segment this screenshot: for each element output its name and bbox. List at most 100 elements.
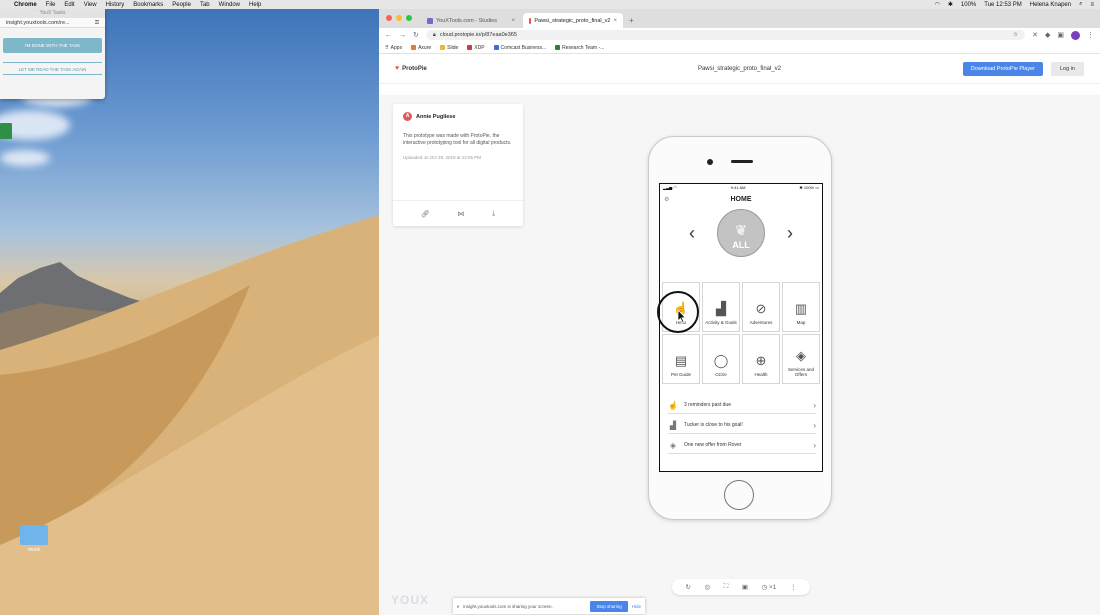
login-button[interactable]: Log in	[1051, 61, 1084, 76]
menu-edit[interactable]: Edit	[64, 2, 74, 8]
all-pets-avatar[interactable]: ❦ ALL	[717, 209, 765, 257]
author-name: Annie Pugliese	[416, 113, 456, 120]
prototype-info-card: A Annie Pugliese This prototype was made…	[393, 104, 523, 226]
spreadsheet-desktop-icon[interactable]	[0, 123, 12, 139]
tile-label: Map	[796, 320, 806, 325]
fit-screen-icon[interactable]: ▣	[742, 583, 748, 591]
steps-chart-icon: ▟	[669, 420, 677, 430]
bookmark-label: XDP	[474, 44, 485, 51]
menu-bookmarks[interactable]: Bookmarks	[133, 2, 163, 8]
address-bar-row: ← → ↻ 🔒︎ cloud.protopie.io/p/87eaa0e365 …	[379, 28, 1100, 42]
chevron-right-icon: ›	[813, 440, 816, 450]
tile-adventures[interactable]: ⊘ Adventures	[742, 282, 780, 332]
bookmark-axure[interactable]: Axure	[411, 45, 431, 51]
bookmark-slide[interactable]: Slide	[440, 45, 458, 51]
phone-speaker	[731, 160, 753, 163]
paw-cross-icon: ⊕	[755, 353, 767, 368]
star-icon[interactable]: ☆	[1013, 32, 1018, 38]
timer-icon: ◷	[761, 584, 768, 591]
user-name[interactable]: Helena Knapen	[1030, 2, 1071, 8]
menu-view[interactable]: View	[84, 2, 97, 8]
bookmark-label: Apps	[390, 44, 403, 51]
youx-favicon-icon	[427, 17, 433, 24]
search-icon[interactable]: ⌕	[1079, 1, 1082, 8]
collar-icon: ◯	[713, 353, 729, 368]
youx-watermark: YOUX	[391, 593, 430, 607]
menu-app-name[interactable]: Chrome	[14, 2, 37, 8]
interaction-icon[interactable]: ⋈	[457, 210, 464, 218]
settings-gear-icon[interactable]: ⚙	[664, 196, 669, 203]
close-tab-icon[interactable]: ×	[613, 18, 617, 24]
folder-icon	[20, 525, 48, 545]
link-icon[interactable]: 🔗︎	[421, 210, 430, 218]
bluetooth-icon[interactable]: ✱	[948, 1, 953, 8]
extension-icon[interactable]: ▣	[1057, 31, 1064, 39]
screen-share-bar: ⏸ insight.youxtools.com is sharing your …	[453, 598, 645, 614]
restart-icon[interactable]: ↻	[686, 583, 691, 591]
address-bar[interactable]: 🔒︎ cloud.protopie.io/p/87eaa0e365 ☆	[425, 30, 1026, 40]
status-time: 9:41 AM	[730, 185, 746, 190]
extension-icon[interactable]: ✕	[1032, 31, 1038, 39]
close-window-icon[interactable]	[386, 15, 392, 21]
tile-pet-guide[interactable]: ▤ Pet Guide	[662, 334, 700, 384]
sand-dune	[0, 215, 380, 615]
menu-history[interactable]: History	[106, 2, 125, 8]
app-title: HOME	[730, 196, 752, 203]
menu-window[interactable]: Window	[219, 2, 240, 8]
extension-icon[interactable]: ◆	[1045, 31, 1050, 39]
phone-home-button[interactable]	[724, 480, 754, 510]
folder-desktop-icon[interactable]: mock	[20, 525, 48, 553]
hide-share-bar-button[interactable]: Hide	[632, 604, 641, 609]
new-tab-icon[interactable]: +	[629, 16, 634, 25]
axure-icon	[411, 45, 417, 50]
touch-indicator-icon[interactable]: ◎	[705, 583, 711, 591]
fullscreen-icon[interactable]: ⛶	[724, 583, 729, 591]
protopie-logo[interactable]: ♥ ProtoPie	[395, 65, 427, 72]
zoom-window-icon[interactable]	[406, 15, 412, 21]
menu-list-icon[interactable]: ≡	[1090, 2, 1094, 8]
speed-control[interactable]: ◷ ×1	[762, 583, 777, 591]
reread-task-button[interactable]: LET ME READ THE TASK AGAIN	[3, 62, 102, 75]
menu-tab[interactable]: Tab	[200, 2, 210, 8]
bookmark-apps[interactable]: ⠿ Apps	[385, 45, 402, 51]
download-player-button[interactable]: Download ProtoPie Player	[962, 61, 1043, 76]
forward-icon[interactable]: →	[399, 32, 406, 39]
tile-ozzie[interactable]: ◯ Ozzie	[702, 334, 740, 384]
clock[interactable]: Tue 12:53 PM	[984, 2, 1021, 8]
tile-services-offers[interactable]: ◈ Services and Offers	[782, 334, 820, 384]
more-options-icon[interactable]: ⋮	[790, 583, 797, 591]
tile-activity-goals[interactable]: ▟ Activity & Goals	[702, 282, 740, 332]
back-icon[interactable]: ←	[385, 32, 392, 39]
chevron-right-icon[interactable]: ›	[787, 224, 793, 242]
share-bar-text: insight.youxtools.com is sharing your sc…	[463, 603, 553, 609]
chevron-left-icon[interactable]: ‹	[689, 224, 695, 242]
tile-map[interactable]: ▥ Map	[782, 282, 820, 332]
close-tab-icon[interactable]: ×	[511, 18, 515, 24]
bookmark-label: Axure	[418, 44, 432, 51]
profile-avatar[interactable]	[1071, 30, 1080, 40]
download-icon[interactable]: ⤓	[492, 210, 495, 218]
bookmark-xdp[interactable]: XDP	[467, 44, 485, 51]
tab-protopie[interactable]: Pawsi_strategic_proto_final_v2 ×	[523, 13, 623, 28]
done-with-task-button[interactable]: I'M DONE WITH THE TASK	[3, 38, 102, 53]
tile-label: Activity & Goals	[705, 320, 737, 325]
menu-file[interactable]: File	[46, 2, 56, 8]
wifi-icon[interactable]: ◠	[935, 1, 940, 8]
notification-reminders[interactable]: ☝ 3 reminders past due ›	[668, 397, 816, 414]
menu-people[interactable]: People	[172, 2, 191, 8]
more-menu-icon[interactable]: ⋮	[1087, 31, 1094, 39]
battery-percent[interactable]: 100%	[961, 2, 976, 8]
notification-goal[interactable]: ▟ Tucker is close to his goal! ›	[668, 417, 816, 434]
notification-text: 3 reminders past due	[684, 402, 731, 408]
cloud	[0, 150, 50, 166]
stop-sharing-button[interactable]: Stop sharing	[590, 600, 628, 612]
bookmark-research[interactable]: Research Team -...	[555, 45, 604, 51]
notification-offer[interactable]: ◈ One new offer from Rover ›	[668, 437, 816, 454]
tab-youxtools[interactable]: YouXTools.com - Studies ×	[421, 13, 521, 28]
upload-date: Uploaded on Oct 29, 2019 at 12:05 PM	[403, 155, 482, 160]
bookmark-comcast[interactable]: Comcast Business...	[493, 45, 546, 51]
minimize-window-icon[interactable]	[396, 15, 402, 21]
menu-help[interactable]: Help	[249, 2, 261, 8]
tile-health[interactable]: ⊕ Health	[742, 334, 780, 384]
reload-icon[interactable]: ↻	[413, 31, 419, 39]
